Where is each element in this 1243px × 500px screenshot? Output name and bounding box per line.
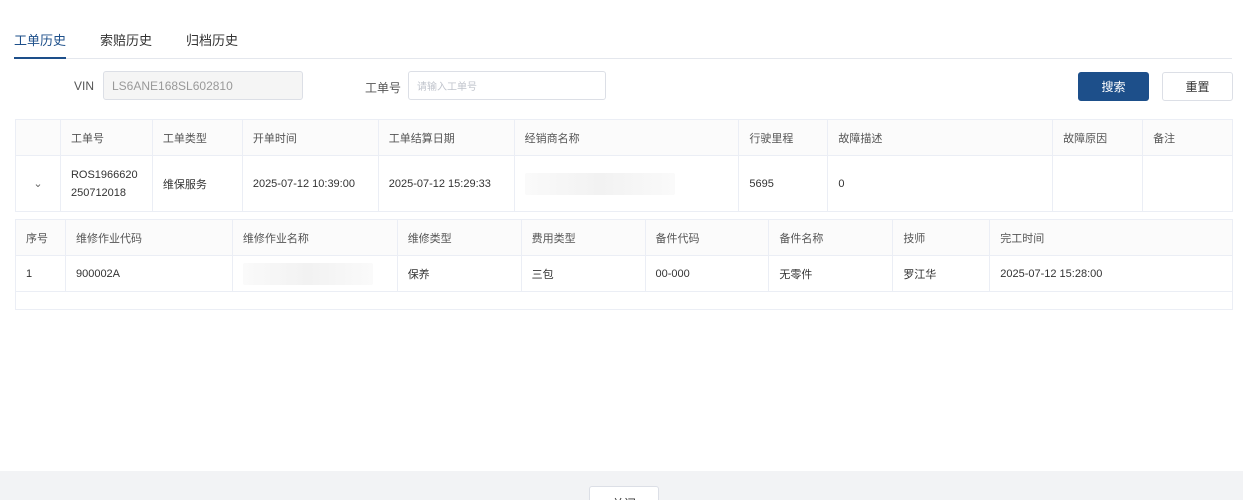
reset-button[interactable]: 重置 xyxy=(1162,72,1233,101)
column-header-technician: 技师 xyxy=(893,220,991,255)
redacted-dealer-name xyxy=(524,172,675,195)
detail-table-footer-row xyxy=(16,292,1233,310)
work-order-table: 工单号 工单类型 开单时间 工单结算日期 经销商名称 行驶里程 故障描述 故障原… xyxy=(15,119,1234,212)
fee-type-cell: 三包 xyxy=(522,256,646,291)
history-tabs: 工单历史 索赔历史 归档历史 xyxy=(14,28,1232,59)
column-header-remark: 备注 xyxy=(1143,120,1234,155)
order-type-cell: 维保服务 xyxy=(153,156,243,211)
column-header-order-type: 工单类型 xyxy=(153,120,243,155)
column-header-settle-date: 工单结算日期 xyxy=(379,120,515,155)
detail-table-spacer xyxy=(16,292,1233,309)
expand-row-toggle[interactable]: ⌄ xyxy=(16,156,61,211)
column-header-fault-desc: 故障描述 xyxy=(828,120,1054,155)
vin-field[interactable] xyxy=(103,71,303,100)
column-header-op-code: 维修作业代码 xyxy=(66,220,233,255)
tab-work-order-history[interactable]: 工单历史 xyxy=(14,34,67,59)
chevron-down-icon: ⌄ xyxy=(33,178,43,190)
tab-archive-history[interactable]: 归档历史 xyxy=(186,34,238,58)
column-header-finish-time: 完工时间 xyxy=(990,220,1234,255)
part-code-cell: 00-000 xyxy=(646,256,770,291)
fault-desc-cell: 0 xyxy=(828,156,1054,211)
op-name-cell xyxy=(233,256,398,291)
mileage-cell: 5695 xyxy=(739,156,829,211)
remark-cell xyxy=(1143,156,1234,211)
column-header-part-name: 备件名称 xyxy=(769,220,894,255)
part-name-cell: 无零件 xyxy=(769,256,894,291)
finish-time-cell: 2025-07-12 15:28:00 xyxy=(990,256,1234,291)
fault-reason-cell xyxy=(1053,156,1144,211)
column-header-dealer-name: 经销商名称 xyxy=(515,120,740,155)
seq-cell: 1 xyxy=(16,256,66,291)
op-code-cell: 900002A xyxy=(66,256,233,291)
order-no-line1: ROS1966620 xyxy=(70,168,138,181)
column-header-seq: 序号 xyxy=(16,220,66,255)
repair-type-cell: 保养 xyxy=(398,256,522,291)
settle-date-cell: 2025-07-12 15:29:33 xyxy=(379,156,515,211)
table-row[interactable]: ⌄ ROS1966620 250712018 维保服务 2025-07-12 1… xyxy=(16,156,1234,212)
vin-label: VIN xyxy=(74,79,95,93)
order-no-line2: 250712018 xyxy=(70,186,127,199)
technician-cell: 罗江华 xyxy=(893,256,991,291)
column-header-order-no: 工单号 xyxy=(61,120,153,155)
redacted-op-name xyxy=(242,262,373,285)
table-header-row: 工单号 工单类型 开单时间 工单结算日期 经销商名称 行驶里程 故障描述 故障原… xyxy=(16,120,1234,156)
column-header-mileage: 行驶里程 xyxy=(739,120,829,155)
column-header-open-time: 开单时间 xyxy=(243,120,379,155)
detail-header-row: 序号 维修作业代码 维修作业名称 维修类型 费用类型 备件代码 备件名称 技师 … xyxy=(16,220,1234,256)
search-button[interactable]: 搜索 xyxy=(1078,72,1149,101)
order-number-input[interactable] xyxy=(408,71,606,100)
order-no-cell: ROS1966620 250712018 xyxy=(61,156,153,211)
column-header-op-name: 维修作业名称 xyxy=(233,220,398,255)
order-number-label: 工单号 xyxy=(365,81,402,95)
column-header-repair-type: 维修类型 xyxy=(398,220,522,255)
dealer-name-cell xyxy=(515,156,740,211)
table-row: 1 900002A 保养 三包 00-000 无零件 罗江华 2025-07-1… xyxy=(16,256,1234,292)
column-header-fault-reason: 故障原因 xyxy=(1053,120,1144,155)
repair-detail-table: 序号 维修作业代码 维修作业名称 维修类型 费用类型 备件代码 备件名称 技师 … xyxy=(15,219,1234,310)
column-header-expand xyxy=(16,120,61,155)
close-button[interactable]: 关闭 xyxy=(589,486,659,500)
tab-claim-history[interactable]: 索赔历史 xyxy=(100,34,152,58)
column-header-part-code: 备件代码 xyxy=(646,220,770,255)
open-time-cell: 2025-07-12 10:39:00 xyxy=(243,156,379,211)
column-header-fee-type: 费用类型 xyxy=(522,220,646,255)
